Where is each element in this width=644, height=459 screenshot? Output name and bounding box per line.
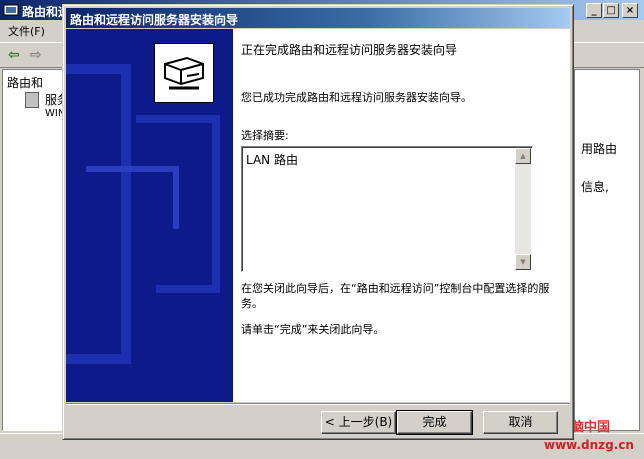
maximize-button[interactable]: □ bbox=[603, 3, 619, 18]
cancel-button[interactable]: 取消 bbox=[483, 411, 558, 434]
button-separator bbox=[66, 403, 570, 405]
console-tree[interactable]: 路由和 服务 WIN bbox=[2, 69, 69, 431]
mmc-title: 路由和远 bbox=[22, 5, 64, 19]
summary-label: 选择摘要: bbox=[241, 129, 289, 142]
after-close-text: 在您关闭此向导后，在“路由和远程访问”控制台中配置选择的服务。 bbox=[241, 282, 550, 310]
wizard-network-icon bbox=[154, 43, 214, 103]
details-pane: 用路由 信息, bbox=[574, 69, 640, 431]
finish-hint-text: 请单击“完成”来关闭此向导。 bbox=[241, 323, 385, 336]
wizard-body: 正在完成路由和远程访问服务器安装向导 您已成功完成路由和远程访问服务器安装向导。… bbox=[66, 29, 570, 402]
minimize-button[interactable]: _ bbox=[586, 3, 602, 18]
details-text-1: 用路由 bbox=[581, 142, 618, 156]
server-icon bbox=[25, 92, 39, 108]
summary-listbox[interactable]: LAN 路由 ▲ ▼ bbox=[241, 146, 533, 272]
success-text: 您已成功完成路由和远程访问服务器安装向导。 bbox=[241, 91, 472, 104]
details-text-2: 信息, bbox=[581, 180, 609, 194]
summary-scrollbar[interactable]: ▲ ▼ bbox=[515, 148, 531, 270]
menu-file[interactable]: 文件(F) bbox=[8, 23, 45, 39]
mmc-app-icon bbox=[3, 2, 19, 18]
setup-wizard-dialog: 路由和远程访问服务器安装向导 正在完成路由和远程访问服务器安装向导 您已成功完成… bbox=[62, 4, 574, 440]
tree-item-routing[interactable]: 路由和 bbox=[7, 74, 43, 91]
watermark-url: www.dnzg.cn bbox=[544, 438, 634, 452]
scroll-up-icon[interactable]: ▲ bbox=[515, 148, 531, 164]
summary-value: LAN 路由 bbox=[246, 153, 298, 167]
back-arrow-icon[interactable]: ⇦ bbox=[8, 47, 20, 63]
wizard-banner bbox=[66, 29, 233, 402]
wizard-heading: 正在完成路由和远程访问服务器安装向导 bbox=[241, 43, 458, 57]
back-button[interactable]: < 上一步(B) bbox=[321, 411, 396, 434]
wizard-title-bar[interactable]: 路由和远程访问服务器安装向导 bbox=[66, 8, 570, 28]
close-button[interactable]: × bbox=[622, 3, 638, 18]
finish-button[interactable]: 完成 bbox=[396, 410, 473, 435]
wizard-content: 正在完成路由和远程访问服务器安装向导 您已成功完成路由和远程访问服务器安装向导。… bbox=[241, 29, 561, 402]
wizard-title: 路由和远程访问服务器安装向导 bbox=[70, 13, 239, 27]
scroll-down-icon[interactable]: ▼ bbox=[515, 254, 531, 270]
forward-arrow-icon[interactable]: ⇨ bbox=[30, 47, 42, 63]
